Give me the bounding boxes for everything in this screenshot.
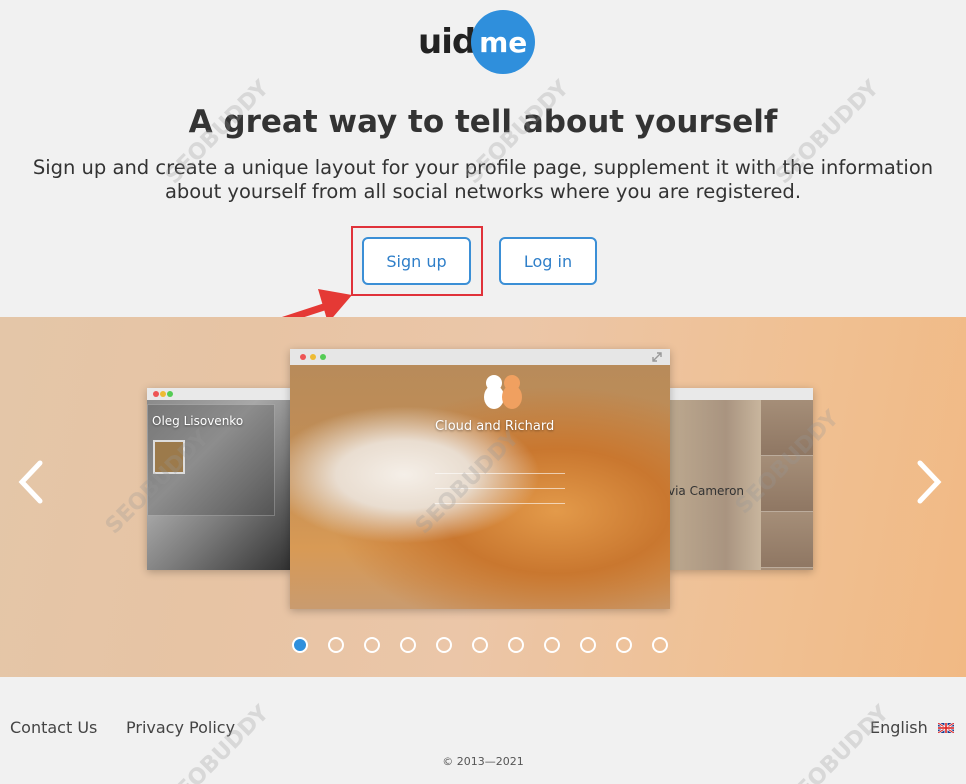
carousel-dot[interactable] [544,637,560,653]
carousel-dot[interactable] [364,637,380,653]
window-dot [153,391,159,397]
slide-title: via Cameron [668,484,745,498]
copyright: © 2013—2021 [442,755,524,768]
window-dot [160,391,166,397]
watermark: SEOBUDDY [780,700,895,784]
carousel-dot[interactable] [436,637,452,653]
landing-page: uid me A great way to tell about yoursel… [0,0,966,784]
chevron-right-icon[interactable] [914,459,944,505]
carousel-dot[interactable] [616,637,632,653]
carousel-pagination [292,637,668,653]
window-dot [320,354,326,360]
carousel-dot[interactable] [328,637,344,653]
avatar [153,440,185,474]
logo[interactable]: uid me [418,10,536,74]
carousel-slide-main[interactable]: Cloud and Richard [290,349,670,609]
window-dot [167,391,173,397]
uk-flag-icon [937,722,954,733]
page-subtitle: Sign up and create a unique layout for y… [32,156,934,203]
carousel-dot[interactable] [472,637,488,653]
slide-window-bar [668,388,813,400]
logo-text: uid [418,22,476,62]
slide-image: via Cameron [668,400,813,570]
cats-logo-icon [484,375,522,409]
language-selector[interactable]: English [870,718,954,737]
divider [435,473,565,474]
signup-button[interactable]: Sign up [362,237,471,285]
slide-title: Cloud and Richard [435,419,555,434]
divider [435,488,565,489]
language-label: English [870,718,928,737]
photo-grid [761,400,813,570]
slide-image: Oleg Lisovenko [147,400,292,570]
carousel-dot[interactable] [400,637,416,653]
page-headline: A great way to tell about yourself [188,104,778,140]
expand-icon[interactable] [652,352,662,362]
chevron-left-icon[interactable] [16,459,46,505]
login-button[interactable]: Log in [499,237,597,285]
divider [435,503,565,504]
window-dot [310,354,316,360]
watermark: SEOBUDDY [160,700,275,784]
contact-us-link[interactable]: Contact Us [10,718,97,737]
slide-window-bar [290,349,670,365]
slide-window-bar [147,388,292,400]
logo-badge: me [471,10,536,74]
carousel-dot[interactable] [508,637,524,653]
privacy-policy-link[interactable]: Privacy Policy [126,718,235,737]
slide-title: Oleg Lisovenko [152,414,244,428]
carousel-dot[interactable] [652,637,668,653]
slide-image: Cloud and Richard [290,365,670,609]
carousel-dot[interactable] [580,637,596,653]
carousel-slide-left[interactable]: Oleg Lisovenko [147,388,292,570]
carousel-dot[interactable] [292,637,308,653]
carousel-slide-right[interactable]: via Cameron [668,388,813,570]
window-dot [300,354,306,360]
carousel: Oleg Lisovenko via Cameron Cloud and Ric… [0,317,966,677]
